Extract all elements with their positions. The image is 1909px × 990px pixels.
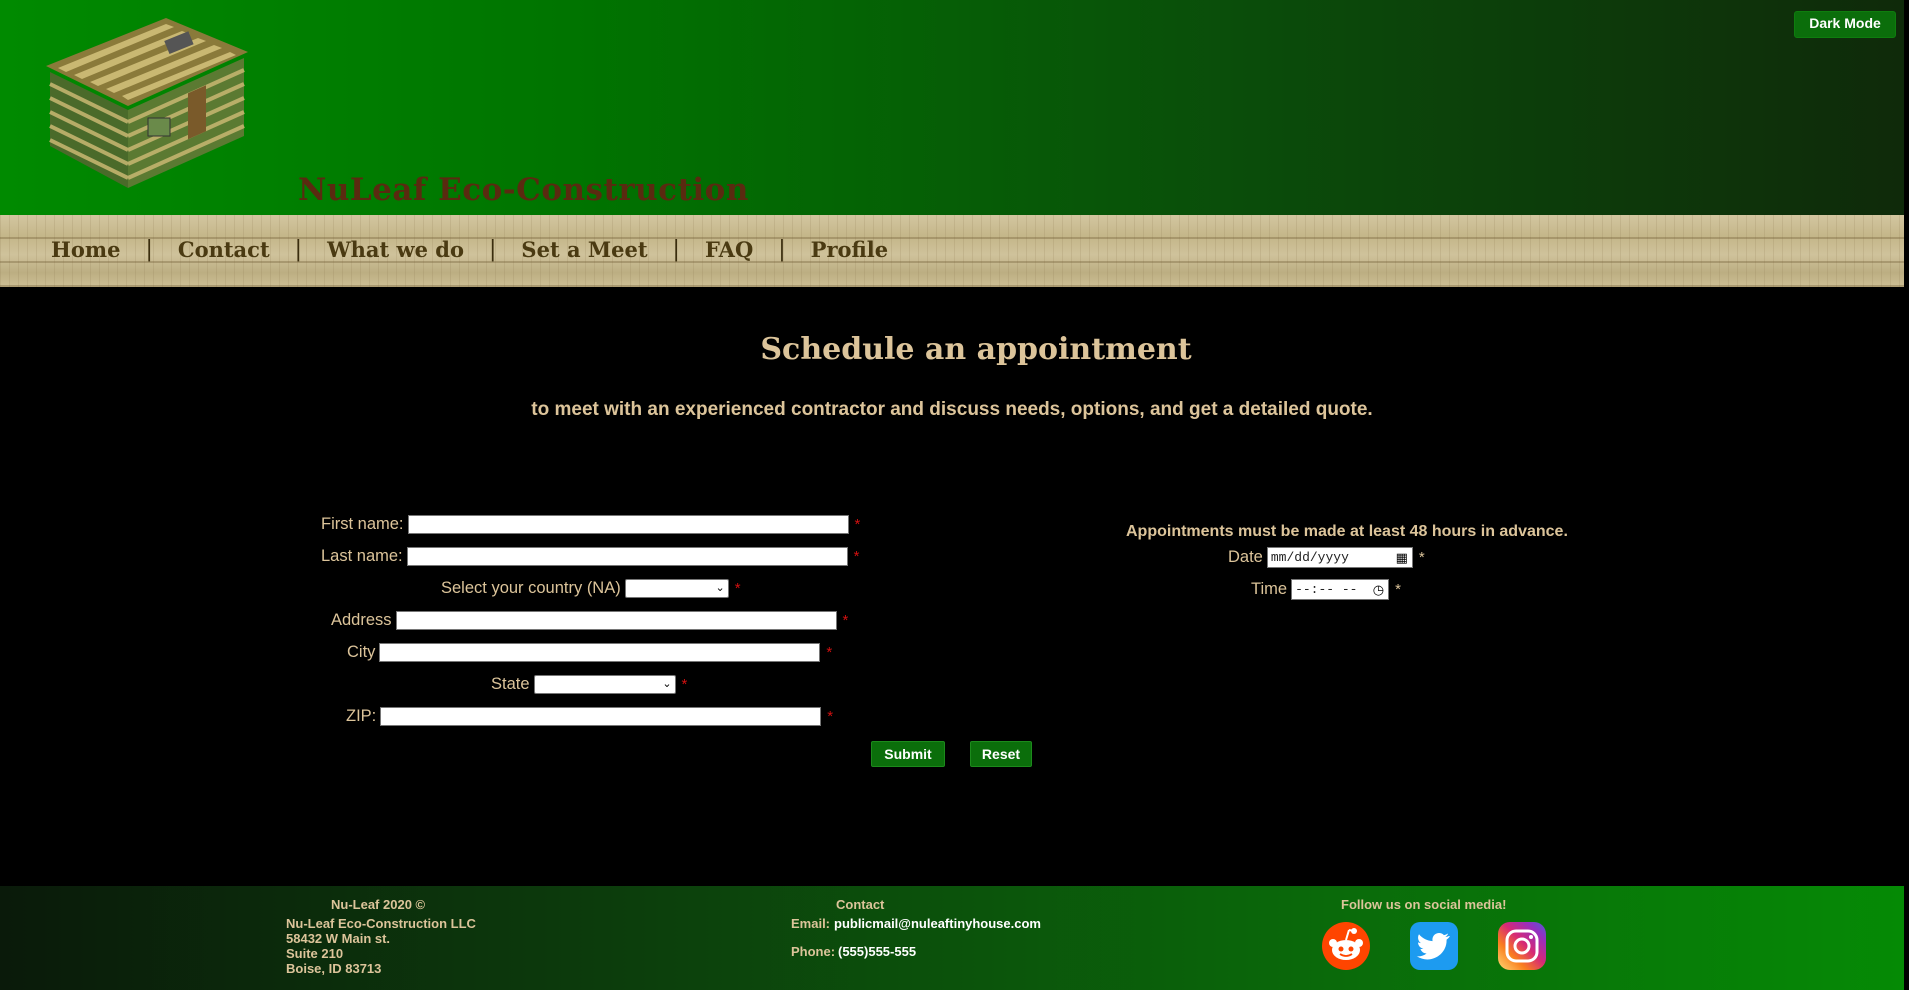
country-select[interactable]: ⌄: [624, 578, 729, 598]
footer-phone-value: (555)555-555: [838, 944, 917, 959]
date-row: Date mm/dd/yyyy ▦ *: [1228, 545, 1425, 569]
zip-input[interactable]: [380, 706, 822, 726]
footer-social-heading: Follow us on social media!: [1341, 897, 1507, 912]
reddit-icon[interactable]: [1321, 921, 1371, 971]
first-name-input[interactable]: [407, 514, 849, 534]
state-select[interactable]: ⌄: [533, 674, 676, 694]
main-nav: Home | Contact | What we do | Set a Meet…: [0, 215, 1904, 287]
city-label: City: [347, 642, 376, 661]
time-placeholder: --:-- --: [1295, 581, 1358, 597]
footer-email-link[interactable]: publicmail@nuleaftinyhouse.com: [834, 916, 1041, 931]
first-name-label: First name:: [321, 514, 404, 533]
footer-contact-heading: Contact: [836, 897, 885, 912]
address-label: Address: [331, 610, 392, 629]
first-name-row: First name: *: [321, 512, 860, 536]
chevron-down-icon: ⌄: [662, 677, 672, 690]
required-marker: *: [734, 579, 741, 597]
nav-separator: |: [778, 237, 786, 262]
address-row: Address *: [331, 608, 848, 632]
footer-email-label: Email:: [791, 916, 831, 931]
twitter-icon[interactable]: [1409, 921, 1459, 971]
nav-separator: |: [489, 237, 497, 262]
page-subtitle: to meet with an experienced contractor a…: [531, 399, 1373, 420]
reset-button[interactable]: Reset: [970, 741, 1032, 767]
site-title: NuLeaf Eco-Construction: [298, 172, 749, 208]
nav-home[interactable]: Home: [51, 237, 120, 262]
time-row: Time --:-- -- ◷ *: [1251, 577, 1401, 601]
nav-separator: |: [672, 237, 680, 262]
zip-row: ZIP: *: [346, 704, 833, 728]
country-label: Select your country (NA): [441, 578, 621, 597]
tiny-house-logo: [46, 18, 248, 188]
dark-mode-button[interactable]: Dark Mode: [1794, 11, 1896, 38]
nav-separator: |: [145, 237, 153, 262]
last-name-input[interactable]: [406, 546, 848, 566]
city-row: City *: [347, 640, 832, 664]
calendar-icon[interactable]: ▦: [1396, 549, 1408, 568]
nav-what-we-do[interactable]: What we do: [327, 237, 464, 262]
zip-label: ZIP:: [346, 706, 377, 725]
instagram-icon[interactable]: [1497, 921, 1547, 971]
required-marker: *: [854, 515, 861, 533]
state-label: State: [491, 674, 530, 693]
required-marker: *: [681, 675, 688, 693]
required-marker: *: [1395, 580, 1401, 598]
page-title: Schedule an appointment: [760, 332, 1192, 367]
chevron-down-icon: ⌄: [715, 581, 725, 594]
nav-set-a-meet[interactable]: Set a Meet: [521, 237, 647, 262]
footer-suite: Suite 210: [286, 946, 344, 961]
footer-city-state: Boise, ID 83713: [286, 961, 382, 976]
footer-copyright: Nu-Leaf 2020 ©: [331, 897, 426, 912]
footer-company: Nu-Leaf Eco-Construction LLC: [286, 916, 476, 931]
required-marker: *: [826, 643, 833, 661]
submit-button[interactable]: Submit: [871, 741, 945, 767]
advance-notice: Appointments must be made at least 48 ho…: [1126, 523, 1568, 540]
required-marker: *: [827, 707, 834, 725]
date-placeholder: mm/dd/yyyy: [1270, 549, 1349, 565]
required-marker: *: [1418, 548, 1425, 566]
address-input[interactable]: [395, 610, 837, 630]
footer-phone-label: Phone:: [791, 944, 836, 959]
city-input[interactable]: [379, 642, 821, 662]
last-name-label: Last name:: [321, 546, 403, 565]
nav-profile[interactable]: Profile: [811, 237, 888, 262]
date-label: Date: [1228, 547, 1263, 566]
time-label: Time: [1251, 579, 1288, 598]
required-marker: *: [853, 547, 860, 565]
state-row: State ⌄ *: [491, 672, 687, 696]
clock-icon[interactable]: ◷: [1373, 581, 1384, 600]
last-name-row: Last name: *: [321, 544, 859, 568]
footer-street: 58432 W Main st.: [286, 931, 391, 946]
time-input[interactable]: --:-- -- ◷: [1291, 578, 1390, 600]
nav-faq[interactable]: FAQ: [705, 237, 753, 262]
site-header: NuLeaf Eco-Construction Dark Mode: [0, 0, 1904, 216]
nav-contact[interactable]: Contact: [178, 237, 270, 262]
country-row: Select your country (NA) ⌄ *: [441, 576, 741, 600]
nav-separator: |: [294, 237, 303, 262]
date-input[interactable]: mm/dd/yyyy ▦: [1266, 546, 1413, 568]
required-marker: *: [842, 611, 849, 629]
